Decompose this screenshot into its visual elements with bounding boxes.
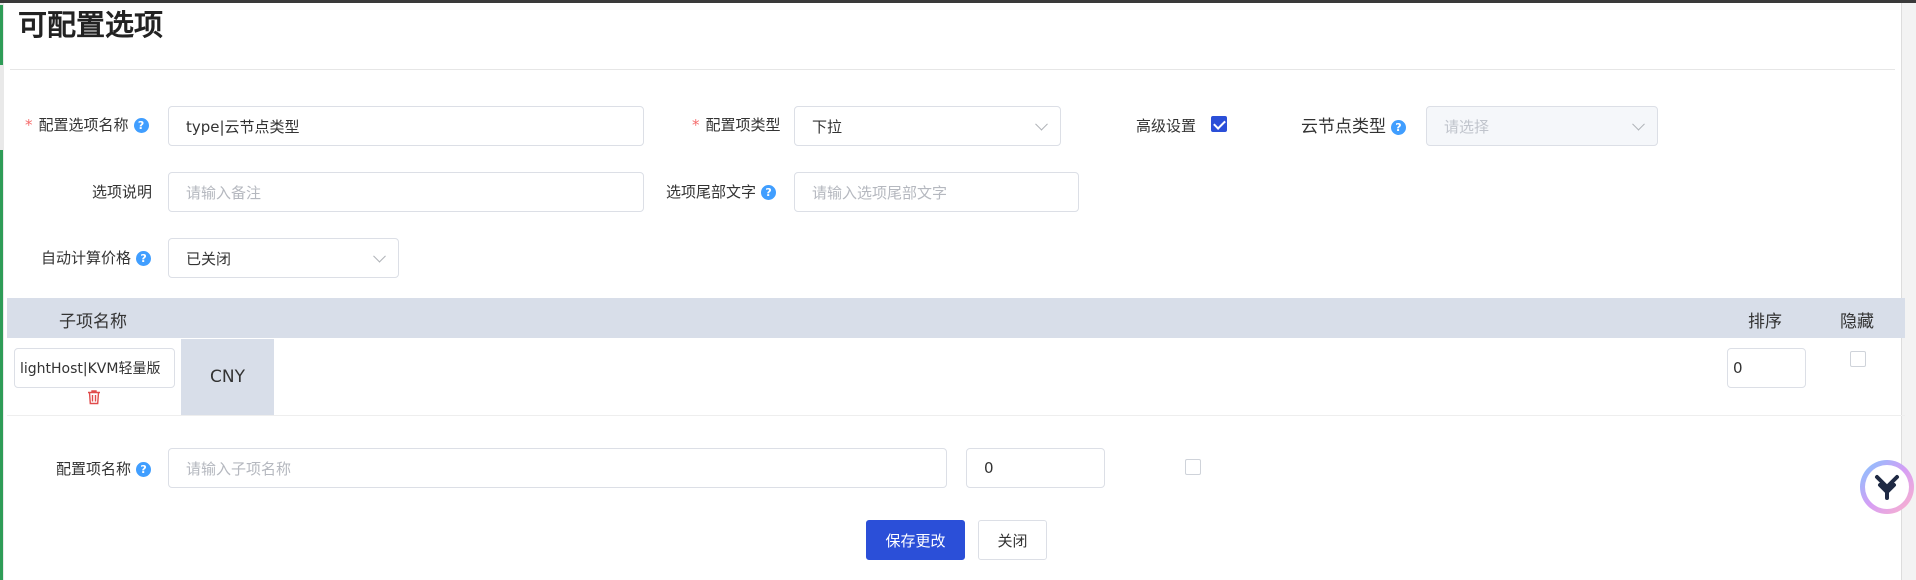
chevron-down-icon — [373, 249, 386, 263]
help-icon[interactable]: ? — [1391, 120, 1406, 135]
auto-price-select[interactable]: 已关闭 — [168, 238, 399, 278]
sort-input[interactable]: 0 — [1727, 348, 1806, 388]
suffix-text-input[interactable]: 请输入选项尾部文字 — [794, 172, 1079, 212]
column-header-sort: 排序 — [1748, 312, 1782, 332]
description-input[interactable]: 请输入备注 — [168, 172, 644, 212]
advanced-settings-checkbox[interactable] — [1211, 116, 1227, 132]
new-subitem-name-input[interactable]: 请输入子项名称 — [168, 448, 947, 488]
title-divider — [10, 69, 1895, 70]
assistant-logo-icon — [1875, 475, 1899, 500]
window-top-border — [0, 0, 1916, 3]
description-label: 选项说明 — [92, 183, 153, 201]
column-header-hide: 隐藏 — [1840, 312, 1874, 332]
table-header — [7, 298, 1905, 338]
currency-cell: CNY — [181, 339, 274, 415]
suffix-text-label: 选项尾部文字? — [666, 181, 777, 202]
trash-icon[interactable] — [86, 389, 102, 405]
help-icon[interactable]: ? — [761, 185, 777, 200]
column-header-name: 子项名称 — [59, 312, 127, 332]
node-type-label: 云节点类型? — [1301, 112, 1406, 137]
help-icon[interactable]: ? — [136, 251, 152, 266]
hidden-checkbox[interactable] — [1850, 351, 1866, 367]
config-type-label: * 配置项类型 — [692, 116, 781, 134]
chevron-down-icon — [1035, 117, 1048, 131]
chevron-down-icon — [1632, 117, 1645, 131]
save-button[interactable]: 保存更改 — [866, 520, 965, 560]
new-item-label: 配置项名称? — [56, 458, 152, 479]
advanced-settings-label: 高级设置 — [1136, 117, 1197, 135]
config-type-select[interactable]: 下拉 — [794, 106, 1061, 146]
node-type-select[interactable]: 请选择 — [1426, 106, 1658, 146]
help-icon[interactable]: ? — [133, 118, 149, 133]
page-title: 可配置选项 — [18, 8, 164, 42]
close-button[interactable]: 关闭 — [978, 520, 1047, 560]
assistant-float-button[interactable] — [1860, 460, 1914, 514]
auto-price-label: 自动计算价格? — [41, 247, 152, 268]
config-name-label: * 配置选项名称? — [25, 114, 149, 135]
subitem-name-input[interactable]: lightHost|KVM轻量版 — [14, 348, 175, 388]
help-icon[interactable]: ? — [136, 462, 152, 477]
left-accent-bar — [0, 5, 3, 65]
new-subitem-sort-input[interactable]: 0 — [966, 448, 1105, 488]
config-name-input[interactable]: type|云节点类型 — [168, 106, 644, 146]
row-divider — [7, 415, 1905, 416]
left-accent-bar — [0, 150, 3, 580]
new-subitem-hidden-checkbox[interactable] — [1185, 459, 1201, 475]
